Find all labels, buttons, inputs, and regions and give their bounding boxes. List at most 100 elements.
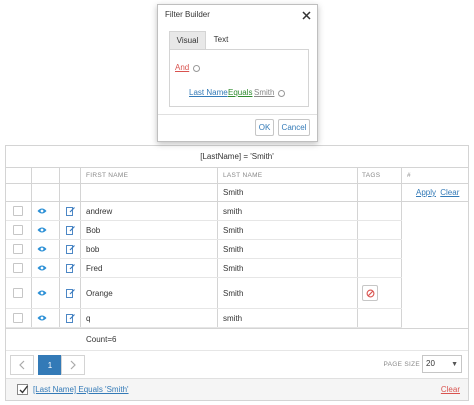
page-size-value: 20 (426, 359, 435, 368)
enable-filter-checkbox[interactable] (17, 384, 29, 395)
last-name-cell: Smith (223, 288, 244, 298)
remove-condition-icon[interactable] (278, 90, 285, 97)
cancel-button[interactable]: Cancel (278, 119, 310, 136)
checkmark-icon (19, 385, 29, 394)
tab-visual-label: Visual (176, 36, 199, 45)
row-select-cell (13, 221, 23, 239)
chevron-left-icon (19, 360, 25, 370)
edit-row-button[interactable] (66, 309, 75, 327)
table-row[interactable]: Orange Smith (6, 278, 402, 309)
cancel-button-label: Cancel (281, 123, 307, 132)
last-name-filter-input[interactable]: Smith (223, 184, 243, 202)
edit-row-button[interactable] (66, 221, 75, 239)
current-page-number: 1 (47, 360, 53, 370)
table-row[interactable]: q smith (6, 309, 402, 328)
page-button-current[interactable]: 1 (38, 355, 62, 375)
tab-visual[interactable]: Visual (169, 31, 206, 49)
filter-summary-link[interactable]: [Last Name] Equals 'Smith' (33, 379, 129, 401)
eye-icon (37, 265, 47, 271)
condition-field-link[interactable]: Last Name (189, 88, 228, 97)
clear-filter-link[interactable]: Clear (440, 188, 459, 197)
filter-builder-dialog: Filter Builder Visual Text And Last Name… (157, 4, 318, 142)
group-operator-link[interactable]: And (175, 63, 189, 72)
remove-tag-button[interactable] (362, 285, 378, 301)
clear-filter-footer-link[interactable]: Clear (441, 379, 460, 401)
table-row[interactable]: Bob Smith (6, 221, 402, 240)
next-page-button[interactable] (61, 355, 85, 375)
last-name-cell: Smith (223, 225, 244, 235)
view-row-button[interactable] (37, 202, 47, 220)
edit-icon (66, 264, 75, 273)
table-row[interactable]: andrew smith (6, 202, 402, 221)
ok-button[interactable]: OK (255, 119, 274, 136)
last-name-cell: Smith (223, 244, 244, 254)
row-count: Count=6 (86, 335, 117, 344)
first-name-cell: bob (86, 244, 100, 254)
column-header-row: FIRST NAME LAST NAME TAGS # (6, 168, 468, 184)
edit-icon (66, 314, 75, 323)
edit-row-button[interactable] (66, 259, 75, 277)
view-row-button[interactable] (37, 259, 47, 277)
row-select-checkbox[interactable] (13, 263, 23, 273)
row-select-checkbox[interactable] (13, 206, 23, 216)
tab-text[interactable]: Text (206, 31, 236, 49)
edit-row-button[interactable] (66, 202, 75, 220)
row-select-cell (13, 309, 23, 327)
column-header-first-name[interactable]: FIRST NAME (86, 168, 128, 184)
edit-icon (66, 226, 75, 235)
last-name-cell: Smith (223, 263, 244, 273)
dropdown-arrow-icon: ▼ (451, 361, 458, 368)
view-row-button[interactable] (37, 221, 47, 239)
row-select-cell (13, 240, 23, 258)
previous-page-button[interactable] (10, 355, 34, 375)
tab-text-label: Text (213, 35, 229, 44)
row-select-cell (13, 202, 23, 220)
pager: 1 PAGE SIZE 20 ▼ (6, 350, 468, 378)
add-condition-icon[interactable] (193, 65, 200, 72)
edit-row-button[interactable] (66, 240, 75, 258)
first-name-cell: q (86, 313, 91, 323)
table-row[interactable]: Fred Smith (6, 259, 402, 278)
filter-expression-text[interactable]: [LastName] = 'Smith' (200, 152, 274, 161)
edit-icon (66, 245, 75, 254)
column-header-tags[interactable]: TAGS (362, 168, 380, 184)
eye-icon (37, 290, 47, 296)
summary-row: Count=6 (6, 328, 468, 350)
row-select-cell (13, 278, 23, 308)
close-button[interactable] (300, 9, 312, 21)
data-grid: [LastName] = 'Smith' FIRST NAME LAST NAM… (5, 145, 469, 401)
row-select-checkbox[interactable] (13, 313, 23, 323)
dialog-divider (158, 114, 317, 115)
page-size-select[interactable]: 20 ▼ (422, 355, 462, 373)
eye-icon (37, 246, 47, 252)
first-name-cell: andrew (86, 206, 113, 216)
last-name-cell: smith (223, 313, 243, 323)
row-select-checkbox[interactable] (13, 244, 23, 254)
table-row[interactable]: bob Smith (6, 240, 402, 259)
first-name-cell: Fred (86, 263, 103, 273)
row-select-cell (13, 259, 23, 277)
eye-icon (37, 227, 47, 233)
filter-expression-panel[interactable]: [LastName] = 'Smith' (6, 146, 468, 168)
view-row-button[interactable] (37, 240, 47, 258)
filter-panel-footer: [Last Name] Equals 'Smith' Clear (6, 378, 468, 400)
page-size-label: PAGE SIZE (383, 361, 420, 368)
eye-icon (37, 208, 47, 214)
filter-builder-visual-panel: And Last Name Equals Smith (169, 49, 309, 107)
edit-row-button[interactable] (66, 278, 75, 308)
condition-value-link[interactable]: Smith (254, 88, 274, 97)
condition-operation-link[interactable]: Equals (228, 88, 252, 97)
first-name-cell: Orange (86, 288, 113, 298)
column-header-hash: # (407, 172, 411, 179)
row-select-checkbox[interactable] (13, 225, 23, 235)
view-row-button[interactable] (37, 278, 47, 308)
dialog-title: Filter Builder (165, 10, 210, 19)
row-select-checkbox[interactable] (13, 288, 23, 298)
view-row-button[interactable] (37, 309, 47, 327)
apply-filter-link[interactable]: Apply (416, 188, 436, 197)
block-icon (366, 289, 374, 297)
edit-icon (66, 289, 75, 298)
filter-row: Smith Apply Clear (6, 184, 468, 202)
first-name-cell: Bob (86, 225, 101, 235)
column-header-last-name[interactable]: LAST NAME (223, 168, 262, 184)
